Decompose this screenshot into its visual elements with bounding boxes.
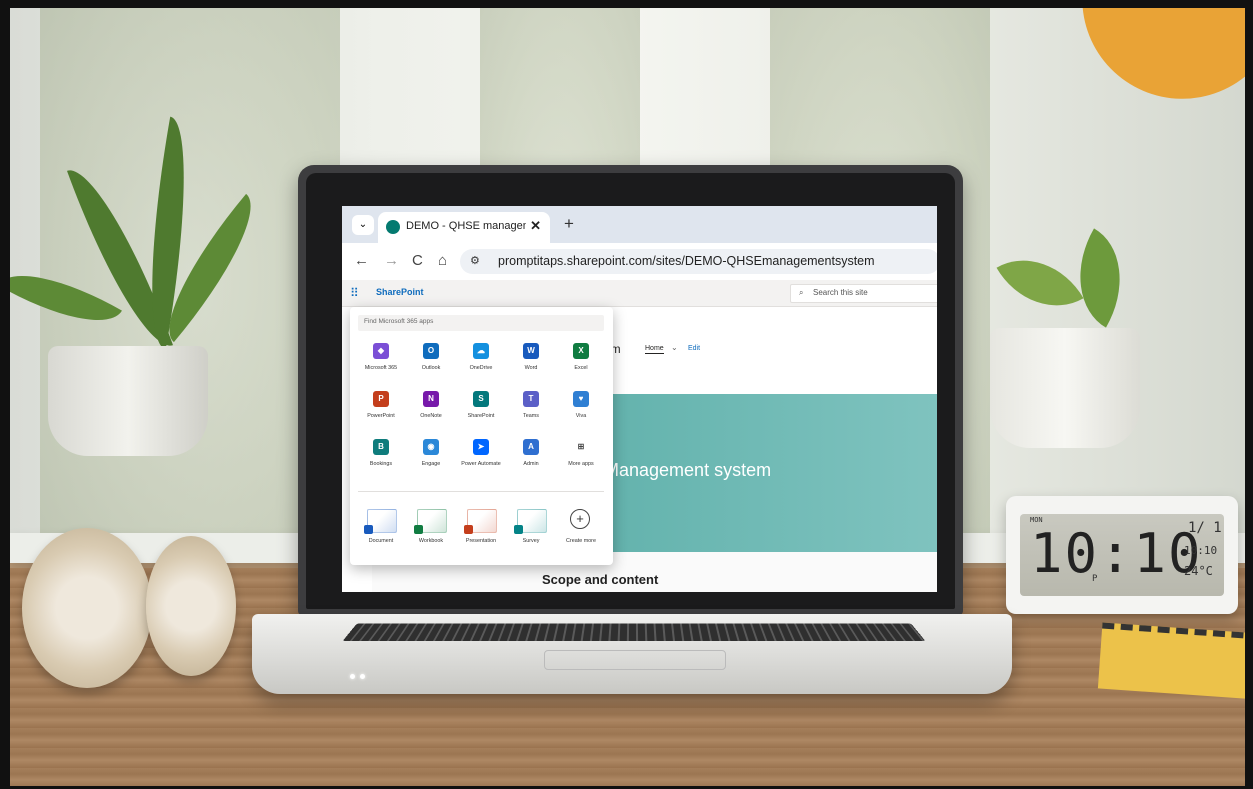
new-tab-button[interactable]: + bbox=[564, 214, 574, 234]
survey-icon bbox=[514, 509, 547, 534]
sharepoint-icon: S bbox=[473, 391, 489, 407]
create-item[interactable]: Survey bbox=[506, 509, 556, 553]
clock-time: 10:10 bbox=[1030, 522, 1203, 585]
teams-icon: T bbox=[523, 391, 539, 407]
app-tile[interactable]: ◉ Engage bbox=[406, 439, 456, 483]
browser-tabstrip: ⌄ DEMO - QHSE management sy ✕ + bbox=[342, 206, 937, 243]
app-tile[interactable]: ⊞ More apps bbox=[556, 439, 606, 483]
laptop-base bbox=[252, 614, 1012, 694]
app-tile[interactable]: S SharePoint bbox=[456, 391, 506, 435]
app-label: More apps bbox=[568, 461, 594, 467]
app-launcher-panel: Find Microsoft 365 apps ◆ Microsoft 365 O O… bbox=[350, 307, 613, 565]
digital-clock: MON 10:10 P 1/ 1 10:10 24°C bbox=[1006, 496, 1238, 614]
create-label: Create more bbox=[566, 538, 596, 544]
create-item[interactable]: Presentation bbox=[456, 509, 506, 553]
close-icon[interactable]: ✕ bbox=[530, 218, 541, 234]
chevron-down-icon[interactable]: ⌄ bbox=[671, 343, 678, 352]
spiral-notebook bbox=[1097, 622, 1245, 700]
browser-tab[interactable]: DEMO - QHSE management sy ✕ bbox=[378, 212, 550, 243]
app-tile[interactable]: W Word bbox=[506, 343, 556, 387]
outlook-icon: O bbox=[423, 343, 439, 359]
app-tile[interactable]: ♥ Viva bbox=[556, 391, 606, 435]
excel-icon: X bbox=[573, 343, 589, 359]
document-icon bbox=[364, 509, 397, 534]
headphone-cup bbox=[146, 536, 236, 676]
search-placeholder: Search this site bbox=[813, 288, 868, 297]
search-icon: ⌕ bbox=[799, 288, 804, 297]
laptop-screen: ⌄ DEMO - QHSE management sy ✕ + ← → C ⌂ … bbox=[342, 206, 937, 592]
app-badge-icon bbox=[364, 525, 373, 534]
site-search-input[interactable]: ⌕ Search this site bbox=[790, 284, 937, 303]
workbook-icon bbox=[414, 509, 447, 534]
site-settings-icon[interactable]: ⚙ bbox=[470, 254, 480, 267]
app-tile[interactable]: ◆ Microsoft 365 bbox=[356, 343, 406, 387]
hero-title: Management system bbox=[604, 460, 772, 480]
back-icon[interactable]: ← bbox=[354, 252, 369, 269]
plant-pot bbox=[48, 346, 208, 456]
browser-toolbar: ← → C ⌂ ⚙ promptitaps.sharepoint.com/sit… bbox=[342, 243, 937, 280]
presentation-icon bbox=[464, 509, 497, 534]
sharepoint-suite-bar: ⠿ SharePoint ⌕ Search this site bbox=[342, 280, 937, 307]
clock-alarm: 10:10 bbox=[1184, 544, 1218, 557]
sharepoint-favicon-icon bbox=[386, 220, 400, 234]
clock-meridiem: P bbox=[1092, 574, 1098, 584]
create-item[interactable]: + Create more bbox=[556, 509, 606, 553]
divider bbox=[358, 491, 604, 492]
app-tile[interactable]: T Teams bbox=[506, 391, 556, 435]
find-apps-placeholder: Find Microsoft 365 apps bbox=[364, 318, 434, 325]
app-tile[interactable]: X Excel bbox=[556, 343, 606, 387]
chevron-down-icon[interactable]: ⌄ bbox=[352, 215, 374, 235]
app-tile[interactable]: ☁ OneDrive bbox=[456, 343, 506, 387]
power-automate-icon: ➤ bbox=[473, 439, 489, 455]
app-tile[interactable]: ➤ Power Automate bbox=[456, 439, 506, 483]
engage-icon: ◉ bbox=[423, 439, 439, 455]
clock-display: MON 10:10 P 1/ 1 10:10 24°C bbox=[1020, 514, 1224, 596]
app-label: Viva bbox=[575, 413, 587, 419]
tab-title: DEMO - QHSE management sy bbox=[406, 220, 526, 232]
clock-date: 1/ 1 bbox=[1188, 520, 1222, 536]
app-badge-icon bbox=[464, 525, 473, 534]
laptop-trackpad bbox=[544, 650, 726, 670]
microsoft365-icon: ◆ bbox=[373, 343, 389, 359]
home-icon[interactable]: ⌂ bbox=[438, 252, 447, 269]
nav-home-link[interactable]: Home bbox=[645, 345, 664, 354]
address-bar[interactable]: ⚙ promptitaps.sharepoint.com/sites/DEMO-… bbox=[460, 249, 937, 274]
viva-icon: ♥ bbox=[573, 391, 589, 407]
app-tile[interactable]: N OneNote bbox=[406, 391, 456, 435]
app-badge-icon bbox=[514, 525, 523, 534]
create-item[interactable]: Workbook bbox=[406, 509, 456, 553]
app-badge-icon bbox=[414, 525, 423, 534]
app-tile[interactable]: P PowerPoint bbox=[356, 391, 406, 435]
laptop-keyboard bbox=[342, 623, 926, 641]
powerpoint-icon: P bbox=[373, 391, 389, 407]
add-circle-icon: + bbox=[570, 509, 590, 529]
app-label: Excel bbox=[574, 365, 588, 371]
onenote-icon: N bbox=[423, 391, 439, 407]
clock-temp: 24°C bbox=[1184, 564, 1213, 578]
app-launcher-icon[interactable]: ⠿ bbox=[350, 286, 359, 300]
sharepoint-brand[interactable]: SharePoint bbox=[376, 287, 424, 297]
nav-edit-link[interactable]: Edit bbox=[688, 345, 700, 352]
bookings-icon: B bbox=[373, 439, 389, 455]
status-led bbox=[360, 674, 365, 679]
url-text: promptitaps.sharepoint.com/sites/DEMO-QH… bbox=[498, 254, 875, 268]
app-tile[interactable]: B Bookings bbox=[356, 439, 406, 483]
plant-pot bbox=[990, 328, 1140, 448]
forward-icon[interactable]: → bbox=[384, 252, 399, 269]
headphone-cup bbox=[22, 528, 152, 688]
create-item[interactable]: Document bbox=[356, 509, 406, 553]
admin-icon: A bbox=[523, 439, 539, 455]
app-tile[interactable]: O Outlook bbox=[406, 343, 456, 387]
app-tile[interactable]: A Admin bbox=[506, 439, 556, 483]
onedrive-icon: ☁ bbox=[473, 343, 489, 359]
find-apps-input[interactable]: Find Microsoft 365 apps bbox=[358, 315, 604, 331]
word-icon: W bbox=[523, 343, 539, 359]
section-heading: Scope and content bbox=[542, 572, 659, 587]
status-led bbox=[350, 674, 355, 679]
reload-icon[interactable]: C bbox=[412, 252, 423, 269]
more-apps-icon: ⊞ bbox=[577, 442, 585, 451]
